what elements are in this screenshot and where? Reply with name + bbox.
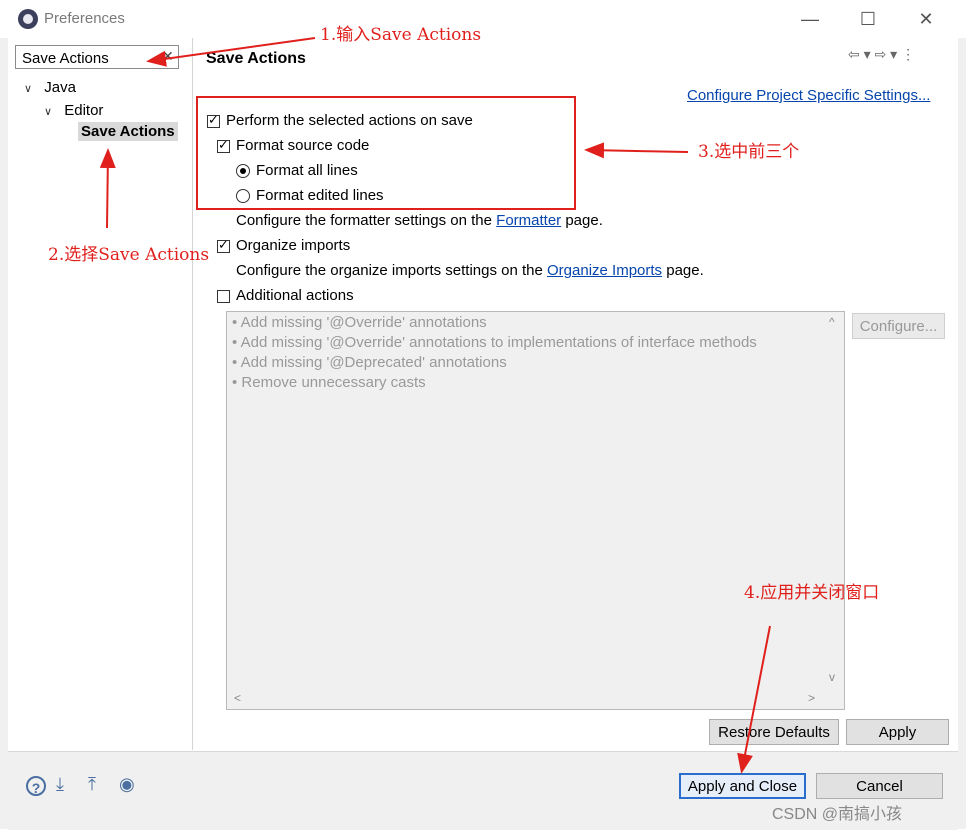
window-title: Preferences [44,10,125,27]
chevron-down-icon[interactable]: ∨ [44,106,52,118]
import-icon[interactable]: ⤓ [56,774,64,795]
organize-imports-link[interactable]: Organize Imports [547,262,662,279]
tree-item-save-actions[interactable]: Save Actions [78,122,178,141]
annotation-step4: 4.应用并关闭窗口 [744,583,880,603]
tree-item-label: Java [44,79,76,96]
filter-search-box[interactable] [15,45,179,69]
record-icon[interactable]: ◉ [119,774,135,795]
scroll-left-icon[interactable]: < [234,691,241,705]
tree-item-label: Editor [64,102,104,119]
organize-imports-label: Organize imports [236,237,351,254]
scroll-right-icon[interactable]: > [808,691,815,705]
help-icon[interactable]: ? [26,776,46,796]
preferences-tree-pane [8,38,193,750]
apply-button[interactable]: Apply [846,719,949,745]
list-item: • Remove unnecessary casts [232,374,426,391]
scroll-down-icon[interactable]: v [829,670,835,684]
chevron-down-icon[interactable]: ∨ [24,83,32,95]
cancel-button[interactable]: Cancel [816,773,943,799]
eclipse-app-icon [18,9,38,29]
clear-filter-icon[interactable]: ✕ [162,48,174,65]
filter-search-input[interactable] [20,47,154,69]
tree-item-label: Save Actions [78,122,178,141]
annotation-step1: 1.输入Save Actions [320,25,482,45]
configure-project-settings-link[interactable]: Configure Project Specific Settings... [687,87,930,104]
formatter-hint-prefix: Configure the formatter settings on the [236,212,492,229]
annotation-step3: 3.选中前三个 [698,142,800,162]
scroll-up-icon[interactable]: ^ [829,315,835,329]
restore-defaults-button[interactable]: Restore Defaults [709,719,839,745]
maximize-button[interactable]: ☐ [855,6,881,32]
organize-hint-suffix: page. [666,262,704,279]
annotation-highlight-box [196,96,576,210]
additional-actions-label: Additional actions [236,287,354,304]
annotation-step2: 2.选择Save Actions [48,245,210,265]
additional-actions-checkbox[interactable] [217,290,230,303]
list-item: • Add missing '@Override' annotations to… [232,334,757,351]
navigation-arrows-icon[interactable]: ⇦ ▾ ⇨ ▾ ⋮ [848,46,915,63]
tree-item-editor[interactable]: ∨ Editor [44,102,103,119]
formatter-link[interactable]: Formatter [496,212,561,229]
organize-hint-prefix: Configure the organize imports settings … [236,262,543,279]
organize-imports-checkbox[interactable] [217,237,230,253]
page-title: Save Actions [206,50,306,67]
minimize-button[interactable]: — [797,6,823,32]
apply-and-close-button[interactable]: Apply and Close [679,773,806,799]
formatter-hint-suffix: page. [565,212,603,229]
list-item: • Add missing '@Deprecated' annotations [232,354,507,371]
list-item: • Add missing '@Override' annotations [232,314,487,331]
organize-imports-hint: Configure the organize imports settings … [236,262,704,279]
window-border-right [958,38,966,829]
formatter-hint: Configure the formatter settings on the … [236,212,603,229]
close-window-button[interactable]: ✕ [913,6,939,32]
export-icon[interactable]: ⤒ [88,774,96,795]
window-border-left [0,38,8,829]
configure-button[interactable]: Configure... [852,313,945,339]
tree-item-java[interactable]: ∨ Java [24,79,76,96]
watermark: CSDN @南搞小孩 [772,806,903,823]
